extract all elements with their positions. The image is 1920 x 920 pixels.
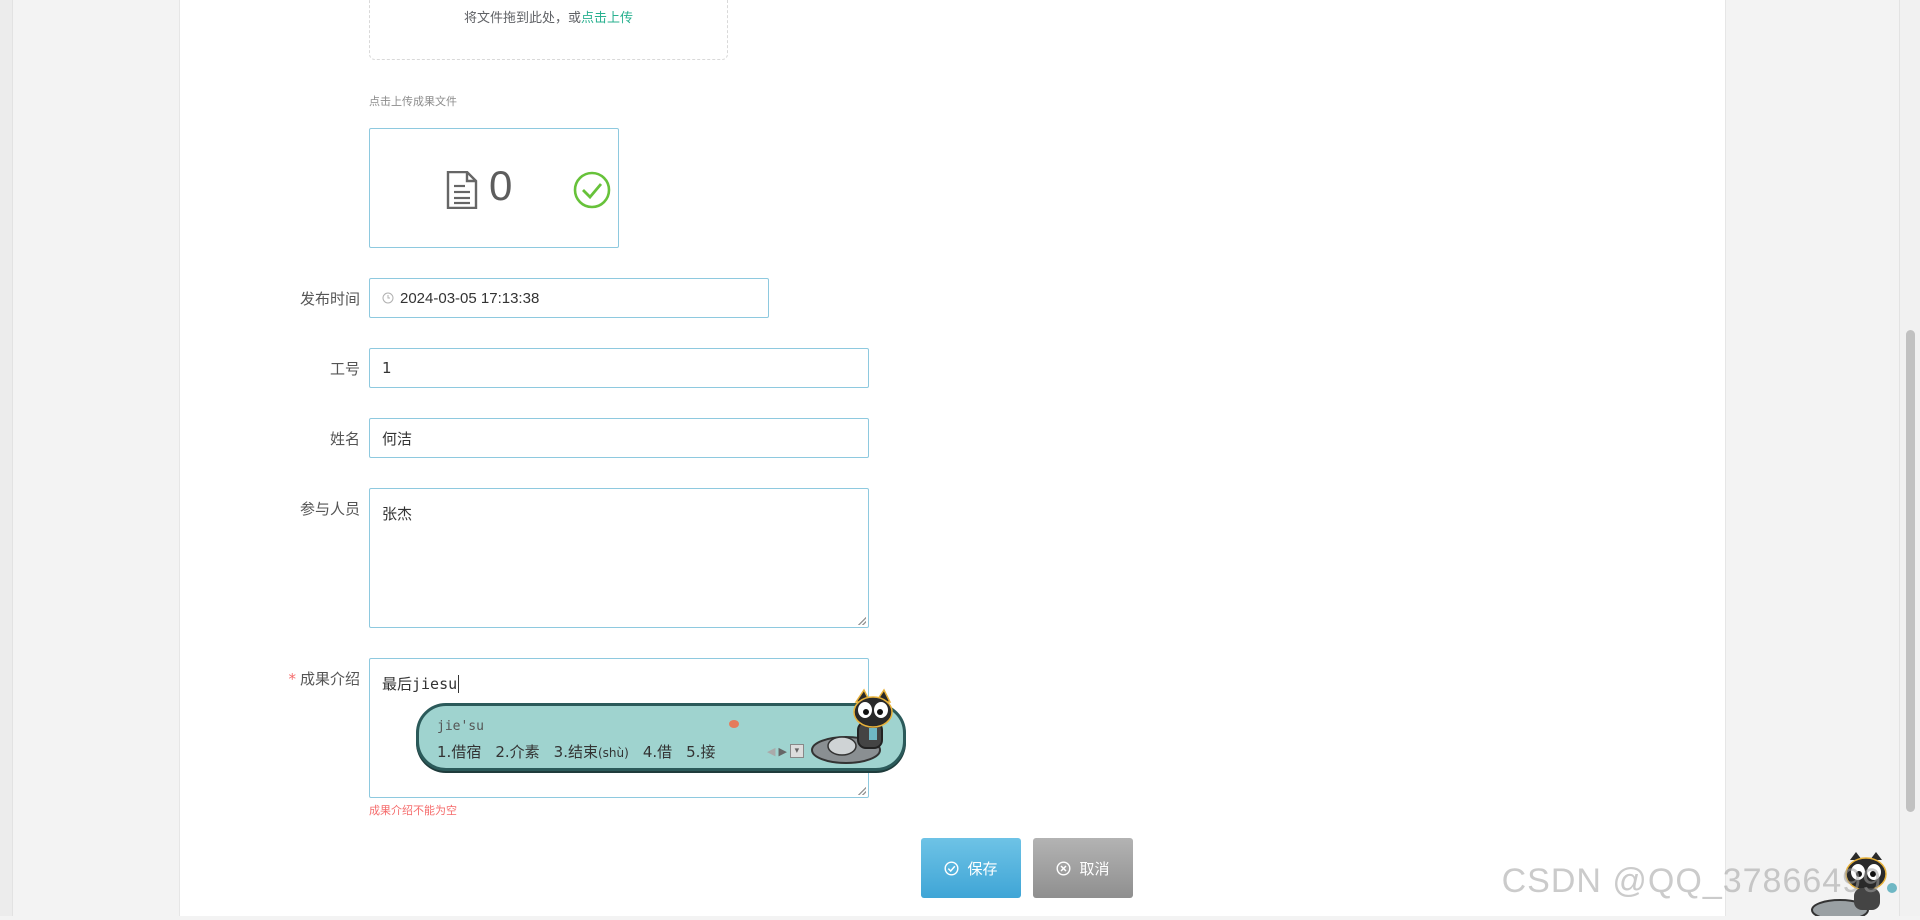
uploaded-file-card[interactable]: 0 — [369, 128, 619, 248]
ime-candidate[interactable]: 1.借宿 — [437, 741, 481, 762]
ime-candidate[interactable]: 5.接 — [686, 741, 715, 762]
save-label: 保存 — [967, 859, 998, 878]
name-value: 何洁 — [382, 429, 413, 448]
ime-candidate-list: 1.借宿 2.介素 3.结束(shù) 4.借 5.接 — [437, 741, 715, 762]
expand-icon[interactable]: ▾ — [789, 744, 804, 758]
check-circle-icon — [944, 860, 959, 876]
job-no-label: 工号 — [329, 360, 360, 378]
intro-value: 最后jiesu — [382, 675, 458, 693]
publish-time-field[interactable]: 2024-03-05 17:13:38 — [369, 278, 769, 318]
cancel-button[interactable]: 取消 — [1033, 838, 1133, 898]
watermark: CSDN @QQ_37866499 — [1501, 862, 1882, 900]
vertical-scrollbar[interactable] — [1899, 0, 1920, 916]
job-no-value: 1 — [382, 359, 392, 377]
left-gutter — [0, 0, 13, 916]
ime-candidate[interactable]: 4.借 — [643, 741, 672, 762]
page-prev-icon[interactable]: ◀ — [767, 745, 775, 758]
check-circle-icon — [573, 171, 611, 213]
name-input[interactable]: 何洁 — [369, 418, 869, 458]
ime-candidate[interactable]: 2.介素 — [495, 741, 539, 762]
participants-textarea[interactable]: 张杰 — [369, 488, 869, 628]
close-circle-icon — [1056, 860, 1071, 876]
ime-pinyin: jie'su — [437, 719, 484, 734]
file-count: 0 — [489, 162, 513, 209]
upload-dropzone[interactable]: 将文件拖到此处，或点击上传 — [369, 0, 728, 60]
ime-page-nav: ◀ ▶ ▾ — [767, 744, 804, 758]
upload-click-link[interactable]: 点击上传 — [581, 11, 633, 26]
document-icon — [445, 170, 479, 213]
ime-candidate[interactable]: 3.结束(shù) — [554, 741, 629, 762]
required-mark: * — [288, 670, 296, 688]
clock-icon — [382, 292, 394, 304]
text-caret — [458, 675, 460, 693]
ime-mascot-icon — [806, 688, 902, 772]
scrollbar-thumb[interactable] — [1906, 330, 1915, 812]
upload-drop-text: 将文件拖到此处，或 — [463, 11, 581, 26]
participants-value: 张杰 — [382, 505, 413, 523]
intro-error: 成果介绍不能为空 — [369, 804, 457, 817]
intro-label-text: 成果介绍 — [299, 670, 360, 688]
upload-hint: 点击上传成果文件 — [369, 95, 457, 108]
resize-handle[interactable] — [858, 787, 866, 795]
save-button[interactable]: 保存 — [921, 838, 1021, 898]
publish-time-label: 发布时间 — [299, 290, 360, 308]
job-no-input[interactable]: 1 — [369, 348, 869, 388]
cancel-label: 取消 — [1079, 859, 1110, 878]
intro-label: * 成果介绍 — [230, 668, 360, 689]
page-next-icon[interactable]: ▶ — [778, 745, 786, 758]
resize-handle[interactable] — [858, 617, 866, 625]
publish-time-value: 2024-03-05 17:13:38 — [400, 289, 540, 307]
ime-skin-icon — [729, 720, 739, 728]
participants-label: 参与人员 — [299, 500, 360, 518]
name-label: 姓名 — [329, 430, 360, 448]
